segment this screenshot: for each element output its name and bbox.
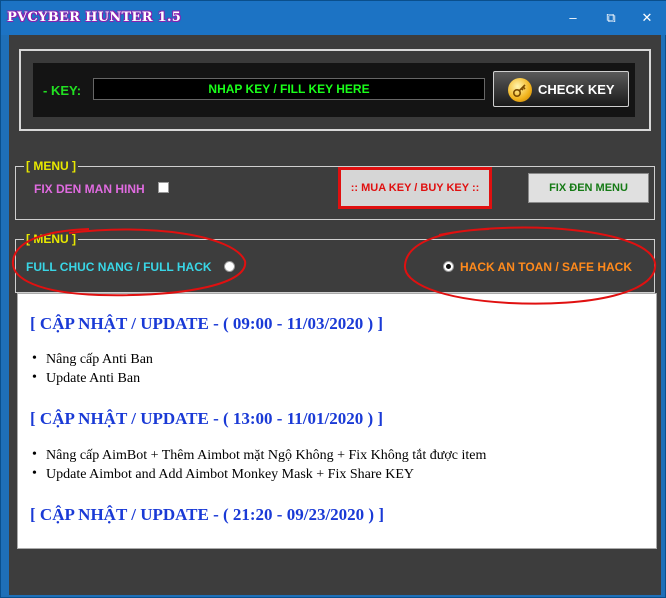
menu-legend-2: [ MENU ] (24, 232, 78, 246)
safe-hack-radio[interactable] (443, 261, 454, 272)
buy-key-label: :: MUA KEY / BUY KEY :: (350, 182, 480, 194)
maximize-button[interactable]: ⧉ (601, 9, 621, 27)
menu-group-1: [ MENU ] FIX DEN MAN HINH :: MUA KEY / B… (15, 159, 655, 220)
close-button[interactable]: ✕ (637, 9, 657, 27)
fix-menu-button[interactable]: FIX ĐEN MENU (528, 173, 649, 203)
menu-group-2: [ MENU ] FULL CHUC NANG / FULL HACK HACK… (15, 232, 655, 293)
full-hack-label: FULL CHUC NANG / FULL HACK (26, 260, 212, 274)
fix-den-checkbox[interactable] (158, 182, 169, 193)
fix-menu-label: FIX ĐEN MENU (549, 182, 628, 194)
check-key-label: CHECK KEY (538, 82, 615, 97)
title-bar[interactable]: PVCYBER HUNTER 1.5 – ⧉ ✕ (1, 1, 666, 35)
full-hack-radio[interactable] (224, 261, 235, 272)
update-item: Update Aimbot and Add Aimbot Monkey Mask… (32, 466, 414, 483)
safe-hack-label: HACK AN TOAN / SAFE HACK (460, 260, 633, 274)
key-icon (508, 78, 532, 102)
minimize-button[interactable]: – (563, 9, 583, 27)
menu-legend-1: [ MENU ] (24, 159, 78, 173)
app-window: PVCYBER HUNTER 1.5 – ⧉ ✕ - KEY: NHAP KEY… (0, 0, 666, 598)
update-heading: [ CẬP NHẬT / UPDATE - ( 21:20 - 09/23/20… (30, 505, 384, 524)
update-log-panel[interactable]: [ CẬP NHẬT / UPDATE - ( 09:00 - 11/03/20… (17, 293, 657, 549)
update-heading: [ CẬP NHẬT / UPDATE - ( 09:00 - 11/03/20… (30, 314, 384, 333)
update-item: Nâng cấp Anti Ban (32, 351, 153, 368)
buy-key-button[interactable]: :: MUA KEY / BUY KEY :: (338, 167, 492, 209)
bottom-strip (9, 549, 661, 595)
window-title: PVCYBER HUNTER 1.5 (7, 10, 182, 25)
client-area: - KEY: NHAP KEY / FILL KEY HERE CHECK KE… (9, 35, 661, 595)
update-item: Nâng cấp AimBot + Thêm Aimbot mặt Ngộ Kh… (32, 447, 486, 464)
key-input[interactable]: NHAP KEY / FILL KEY HERE (93, 78, 485, 100)
key-panel: - KEY: NHAP KEY / FILL KEY HERE CHECK KE… (19, 49, 651, 131)
update-item: Update Anti Ban (32, 370, 140, 387)
key-label: - KEY: (43, 83, 82, 98)
update-heading: [ CẬP NHẬT / UPDATE - ( 13:00 - 11/01/20… (30, 409, 384, 428)
fix-den-label: FIX DEN MAN HINH (34, 182, 145, 196)
key-panel-inner: - KEY: NHAP KEY / FILL KEY HERE CHECK KE… (33, 63, 635, 117)
check-key-button[interactable]: CHECK KEY (493, 71, 629, 107)
